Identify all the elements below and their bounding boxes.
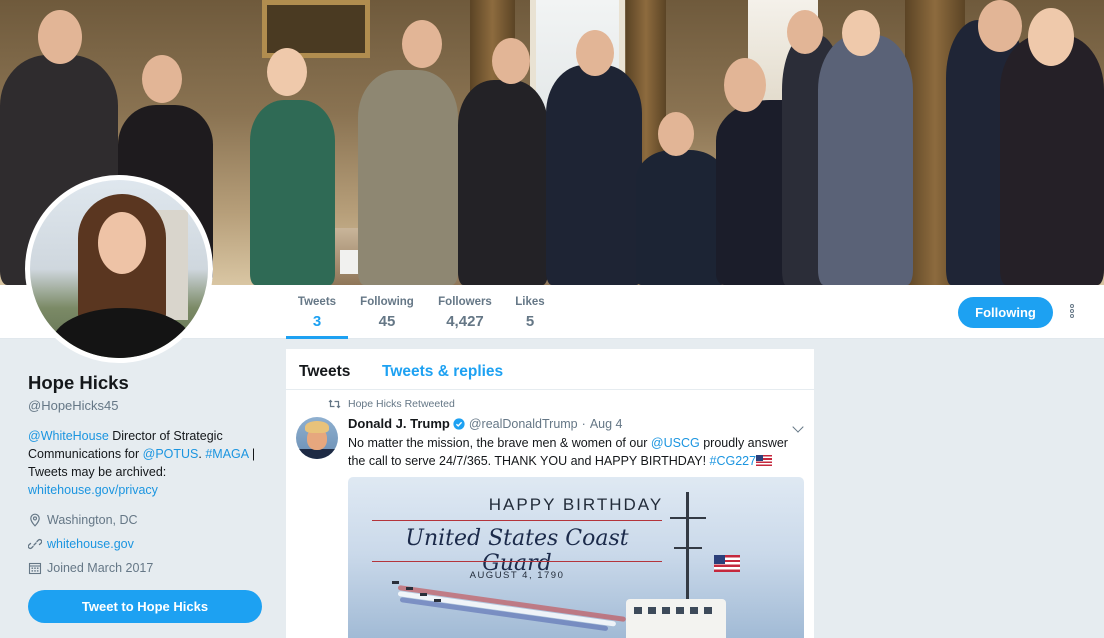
tab-tweets-replies[interactable]: Tweets & replies <box>382 363 503 381</box>
stat-label: Likes <box>515 296 545 308</box>
person-head <box>492 38 530 84</box>
ship-flag <box>714 555 740 572</box>
stat-followers[interactable]: Followers 4,427 <box>432 285 498 339</box>
media-text-happy-birthday: HAPPY BIRTHDAY <box>488 495 664 514</box>
profile-handle[interactable]: @HopeHicks45 <box>28 398 268 413</box>
media-rule <box>372 520 662 521</box>
tweet-author-name[interactable]: Donald J. Trump <box>348 416 450 431</box>
avatar[interactable] <box>25 175 213 363</box>
profile-location: Washington, DC <box>28 513 268 527</box>
person-head <box>267 48 307 96</box>
stat-label: Tweets <box>297 296 337 308</box>
website-link[interactable]: whitehouse.gov <box>47 537 134 551</box>
stat-value: 5 <box>525 313 535 330</box>
person <box>636 150 726 285</box>
profile-header-card: Hope Hicks @HopeHicks45 @WhiteHouse Dire… <box>28 372 268 575</box>
person <box>546 65 642 285</box>
jet <box>420 593 427 596</box>
bio-mention-potus[interactable]: @POTUS <box>143 447 199 461</box>
tweet-hashtag[interactable]: #CG227 <box>710 454 757 468</box>
jet <box>392 581 399 584</box>
media-rule <box>372 561 662 562</box>
tweet-date[interactable]: Aug 4 <box>590 417 623 431</box>
timeline: Tweets Tweets & replies Hope Hicks Retwe… <box>286 349 814 638</box>
stat-likes[interactable]: Likes 5 <box>510 285 550 339</box>
stat-following[interactable]: Following 45 <box>356 285 418 339</box>
tweet-header: Donald J. Trump @realDonaldTrump · Aug 4 <box>348 416 622 431</box>
ship-mast <box>674 547 702 549</box>
media-text-date: AUGUST 4, 1790 <box>469 570 565 581</box>
tweet-text: No matter the mission, the brave men & w… <box>348 434 803 470</box>
person-head <box>1028 8 1074 66</box>
joined-text: Joined March 2017 <box>47 561 154 575</box>
tweet-mention[interactable]: @USCG <box>651 436 700 450</box>
stat-value: 3 <box>312 313 322 330</box>
person-head <box>38 10 82 64</box>
location-pin-icon <box>30 513 40 527</box>
ship <box>626 599 726 638</box>
more-options-icon[interactable] <box>1066 304 1078 322</box>
tweet-media-image[interactable]: HAPPY BIRTHDAY United States Coast Guard… <box>348 477 804 638</box>
person-head <box>978 0 1022 52</box>
verified-badge-icon <box>453 417 465 430</box>
chevron-down-icon[interactable] <box>792 421 804 433</box>
retweet-context-text: Hope Hicks Retweeted <box>348 398 455 410</box>
stat-label: Followers <box>438 296 492 308</box>
following-button[interactable]: Following <box>958 297 1053 328</box>
person <box>458 80 548 285</box>
stat-value: 4,427 <box>446 313 484 330</box>
stat-label: Following <box>360 296 414 308</box>
tweet-separator: · <box>581 416 586 431</box>
person <box>250 100 335 285</box>
person-head <box>658 112 694 156</box>
us-flag-emoji-icon <box>756 455 773 466</box>
link-icon <box>28 538 42 550</box>
person-head <box>842 10 880 56</box>
profile-joined: Joined March 2017 <box>28 561 268 575</box>
tweet-text-part: No matter the mission, the brave men & w… <box>348 436 651 450</box>
tweet-author-avatar[interactable] <box>296 417 338 459</box>
person <box>1000 35 1104 285</box>
profile-website: whitehouse.gov <box>28 537 268 551</box>
person-head <box>402 20 442 68</box>
bio-link[interactable]: whitehouse.gov/privacy <box>28 483 158 497</box>
bio-hashtag[interactable]: #MAGA <box>205 447 248 461</box>
person-head <box>142 55 182 103</box>
retweet-context: Hope Hicks Retweeted <box>328 398 455 410</box>
location-text: Washington, DC <box>47 513 138 527</box>
jet <box>406 587 413 590</box>
tweet-author-handle[interactable]: @realDonaldTrump <box>469 417 578 431</box>
stat-value: 45 <box>378 313 396 330</box>
retweet-icon <box>328 399 341 409</box>
tweet[interactable]: Hope Hicks Retweeted Donald J. Trump @re… <box>286 390 814 638</box>
person-head <box>724 58 766 112</box>
avatar-face <box>98 212 146 274</box>
timeline-tabs: Tweets Tweets & replies <box>286 349 814 390</box>
tab-tweets[interactable]: Tweets <box>299 363 350 381</box>
ship-mast <box>670 517 706 519</box>
calendar-icon <box>28 562 42 575</box>
person <box>358 70 458 285</box>
profile-bio: @WhiteHouse Director of Strategic Commun… <box>28 427 263 499</box>
person-head <box>787 10 823 54</box>
media-text-coast-guard: United States Coast Guard <box>405 526 629 576</box>
jet <box>434 599 441 602</box>
stat-tweets[interactable]: Tweets 3 <box>286 285 348 339</box>
person <box>818 35 913 285</box>
profile-name[interactable]: Hope Hicks <box>28 372 268 394</box>
smoke-trail <box>397 591 617 627</box>
bio-mention-whitehouse[interactable]: @WhiteHouse <box>28 429 109 443</box>
tweet-to-button[interactable]: Tweet to Hope Hicks <box>28 590 262 623</box>
person-head <box>576 30 614 76</box>
